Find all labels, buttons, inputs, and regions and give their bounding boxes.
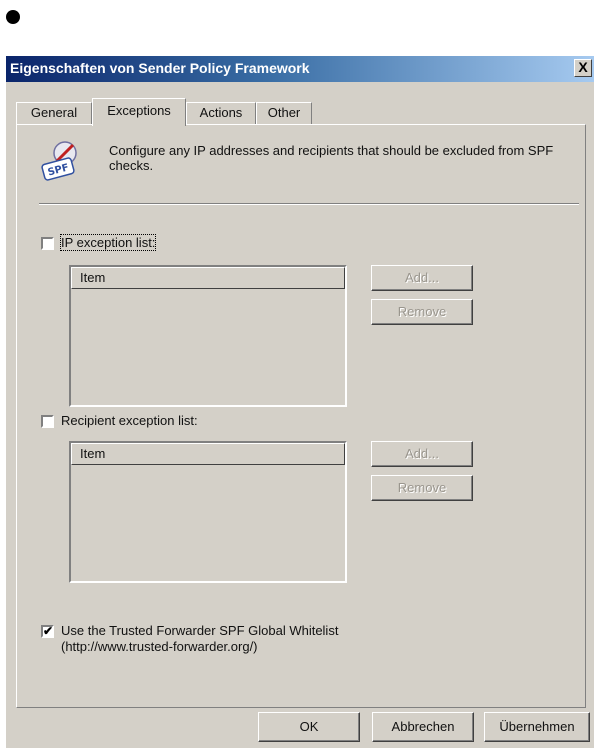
tab-other[interactable]: Other <box>256 102 312 124</box>
bullet-icon <box>6 10 20 24</box>
separator <box>39 203 579 205</box>
ip-exception-label[interactable]: IP exception list: <box>59 234 157 251</box>
trusted-forwarder-url: (http://www.trusted-forwarder.org/) <box>61 639 258 654</box>
description-text: Configure any IP addresses and recipient… <box>109 143 554 173</box>
ip-list-column-header[interactable]: Item <box>71 267 345 289</box>
ip-add-button[interactable]: Add... <box>371 265 473 291</box>
trusted-forwarder-label[interactable]: Use the Trusted Forwarder SPF Global Whi… <box>61 623 338 638</box>
recipient-exception-checkbox[interactable] <box>41 415 54 428</box>
recipient-exception-label[interactable]: Recipient exception list: <box>61 413 198 428</box>
exceptions-panel: SPF Configure any IP addresses and recip… <box>16 124 586 708</box>
spf-icon: SPF <box>41 141 77 181</box>
tab-actions[interactable]: Actions <box>186 102 256 124</box>
recipient-list-column-header[interactable]: Item <box>71 443 345 465</box>
window-title: Eigenschaften von Sender Policy Framewor… <box>10 60 310 76</box>
ok-button[interactable]: OK <box>258 712 360 742</box>
trusted-forwarder-checkbox[interactable]: ✔ <box>41 625 54 638</box>
recipient-exception-list[interactable]: Item <box>69 441 347 583</box>
properties-dialog: Eigenschaften von Sender Policy Framewor… <box>6 56 594 748</box>
ip-exception-checkbox[interactable] <box>41 237 54 250</box>
title-bar[interactable]: Eigenschaften von Sender Policy Framewor… <box>6 56 594 82</box>
tab-general[interactable]: General <box>16 102 92 124</box>
ip-remove-button[interactable]: Remove <box>371 299 473 325</box>
recipient-add-button[interactable]: Add... <box>371 441 473 467</box>
apply-button[interactable]: Übernehmen <box>484 712 590 742</box>
ip-exception-list[interactable]: Item <box>69 265 347 407</box>
tab-exceptions[interactable]: Exceptions <box>92 98 186 126</box>
cancel-button[interactable]: Abbrechen <box>372 712 474 742</box>
recipient-remove-button[interactable]: Remove <box>371 475 473 501</box>
close-button[interactable]: X <box>574 59 592 77</box>
